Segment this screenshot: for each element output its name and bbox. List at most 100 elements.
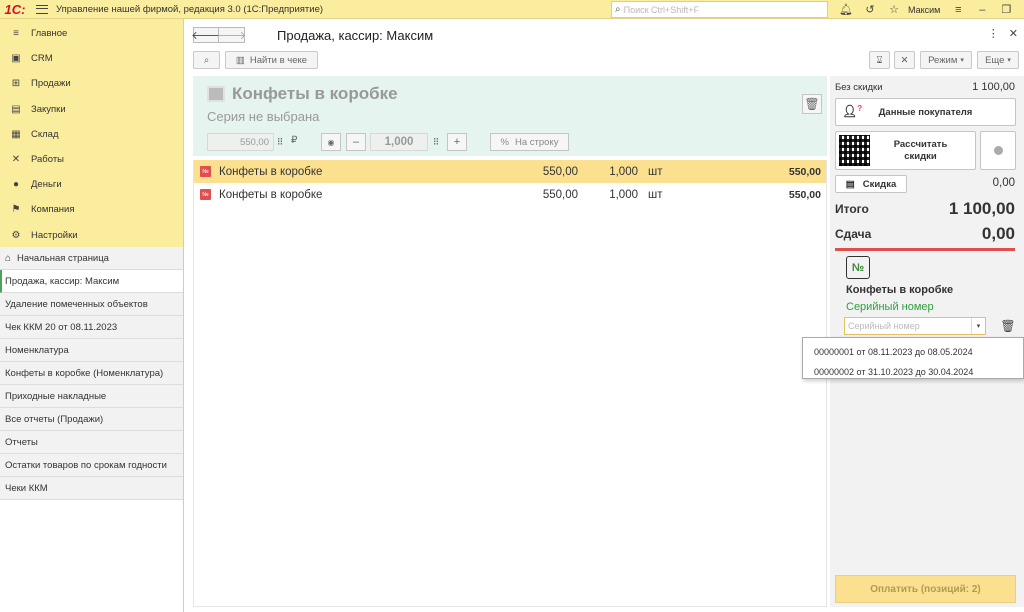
line-unit: шт	[648, 188, 663, 201]
no-discount-value: 1 100,00	[972, 81, 1015, 93]
nav-item-6[interactable]: ● Деньги	[0, 172, 183, 197]
main-menu-icon[interactable]	[36, 4, 48, 14]
cart-icon: ⊞	[11, 78, 21, 90]
top-bar: 1С: Управление нашей фирмой, редакция 3.…	[0, 0, 1024, 19]
find-in-receipt-label: Найти в чеке	[249, 54, 308, 66]
more-actions-icon[interactable]: ⋮	[988, 27, 999, 40]
nav-item-2[interactable]: ⊞ Продажи	[0, 71, 183, 96]
increase-qty-button[interactable]: +	[447, 133, 467, 151]
dropdown-arrow-button[interactable]: ▾	[971, 318, 985, 334]
open-window-item[interactable]: Отчеты	[0, 431, 183, 454]
open-window-item[interactable]: ⌂ Начальная страница	[0, 247, 183, 270]
nav-item-8[interactable]: ⚙ Настройки	[0, 223, 183, 248]
serial-number-label: Серийный номер	[846, 301, 934, 313]
serial-option[interactable]: 00000001 от 08.11.2023 до 08.05.2024	[803, 342, 1023, 362]
search-button[interactable]: ⌕	[193, 51, 220, 69]
qr-code-icon	[839, 135, 870, 166]
close-window-icon[interactable]: ✕	[1018, 0, 1024, 19]
discount-button[interactable]: ▤ Скидка	[835, 175, 907, 193]
line-qty: 1,000	[609, 165, 638, 178]
nav-item-5[interactable]: ✕ Работы	[0, 147, 183, 172]
buyer-data-label: Данные покупателя	[878, 106, 973, 118]
product-series[interactable]: Серия не выбрана	[207, 109, 319, 124]
nav-item-3[interactable]: ▤ Закупки	[0, 97, 183, 122]
open-windows-list: ⌂ Начальная страница Продажа, кассир: Макс…	[0, 247, 183, 500]
line-unit: шт	[648, 165, 663, 178]
app-logo[interactable]: 1С:	[0, 0, 30, 19]
open-window-item[interactable]: Чек ККМ 20 от 08.11.2023	[0, 316, 183, 339]
nav-item-4[interactable]: ▦ Склад	[0, 122, 183, 147]
mode-label: Режим	[928, 54, 958, 66]
quantity-field[interactable]: 1,000	[370, 133, 428, 151]
open-window-item[interactable]: Удаление помеченных объектов	[0, 293, 183, 316]
menu-lines-icon: ≡	[13, 28, 19, 40]
open-window-item[interactable]: Все отчеты (Продажи)	[0, 408, 183, 431]
minimize-icon[interactable]: –	[970, 0, 994, 19]
back-button[interactable]: 🡐	[191, 27, 221, 43]
product-image-icon	[207, 86, 225, 102]
open-window-item[interactable]: Чеки ККМ	[0, 477, 183, 500]
hourglass-button[interactable]: ⌛︎	[869, 51, 890, 69]
nav-item-label: Закупки	[31, 103, 66, 115]
table-row[interactable]: № Конфеты в коробке 550,00 1,000 шт 550,00	[194, 183, 826, 206]
gear-icon: ⚙	[11, 229, 21, 241]
open-window-item[interactable]: Остатки товаров по срокам годности	[0, 454, 183, 477]
calc-discounts-label: Рассчитать скидки	[893, 138, 948, 162]
history-icon[interactable]: ↺	[858, 0, 882, 19]
no-discount-label: Без скидки	[835, 82, 883, 93]
trash-icon: 🗑︎	[804, 97, 820, 111]
restore-icon[interactable]: ❐	[994, 0, 1018, 19]
open-window-label: Все отчеты (Продажи)	[5, 413, 104, 425]
discount-label: Скидка	[862, 178, 897, 190]
eye-button[interactable]: ◉	[321, 133, 341, 151]
card-reader-button[interactable]	[980, 131, 1016, 170]
star-icon[interactable]: ☆	[882, 0, 906, 19]
more-label: Еще	[985, 54, 1005, 66]
table-row[interactable]: № Конфеты в коробке 550,00 1,000 шт 550,00	[194, 160, 826, 183]
close-form-icon[interactable]: ✕	[1009, 27, 1018, 40]
bell-icon[interactable]: 🔔︎	[834, 0, 858, 19]
serial-option[interactable]: 00000002 от 31.10.2023 до 30.04.2024	[803, 362, 1023, 382]
delete-serial-button[interactable]: 🗑︎	[1000, 317, 1016, 335]
price-field[interactable]: 550,00	[207, 133, 274, 151]
decrease-qty-button[interactable]: –	[346, 133, 366, 151]
mode-dropdown[interactable]: Режим ▾	[920, 51, 972, 69]
open-window-item[interactable]: Продажа, кассир: Максим	[0, 270, 183, 293]
nav-item-7[interactable]: ⚑ Компания	[0, 197, 183, 222]
percent-to-line-button[interactable]: % На строку	[490, 133, 569, 151]
current-product-panel: Конфеты в коробке Серия не выбрана 🗑︎ 55…	[193, 76, 827, 156]
find-in-receipt-button[interactable]: ▥ Найти в чеке	[225, 51, 318, 69]
nav-item-1[interactable]: ▣ CRM	[0, 46, 183, 71]
form-header: 🡐 🡒 Продажа, кассир: Максим ⋮ ✕	[184, 19, 1024, 51]
qty-calculator-button[interactable]: ⠿	[429, 133, 443, 151]
open-window-item[interactable]: Конфеты в коробке (Номенклатура)	[0, 362, 183, 385]
nav-item-0[interactable]: ≡ Главное	[0, 21, 183, 46]
nav-item-label: Работы	[31, 154, 64, 166]
line-sum: 550,00	[788, 165, 821, 178]
section-nav: ≡ Главное ▣ CRM ⊞ Продажи ▤ Закупки ▦ Склад ✕ Работ…	[0, 19, 183, 247]
global-search-input[interactable]: ⌕ Поиск Ctrl+Shift+F	[611, 1, 828, 18]
price-calculator-button[interactable]: ⠿	[273, 133, 287, 151]
clear-button[interactable]: ✕	[894, 51, 915, 69]
record-icon	[993, 146, 1003, 155]
discount-icon: ▤	[845, 178, 855, 190]
open-window-item[interactable]: Номенклатура	[0, 339, 183, 362]
buyer-data-button[interactable]: 👤︎? Данные покупателя	[835, 98, 1016, 126]
forward-button[interactable]: 🡒	[217, 27, 246, 43]
money-icon: ●	[12, 179, 20, 191]
nav-item-label: CRM	[31, 53, 53, 65]
user-name[interactable]: Максим	[908, 5, 940, 15]
tools-icon: ✕	[11, 154, 21, 166]
pay-button[interactable]: Оплатить (позиций: 2)	[835, 575, 1016, 603]
chevron-down-icon: ▾	[960, 57, 964, 64]
total-label: Итого	[835, 202, 869, 216]
open-window-item[interactable]: Приходные накладные	[0, 385, 183, 408]
open-window-label: Конфеты в коробке (Номенклатура)	[5, 367, 164, 379]
serial-number-input[interactable]: Серийный номер ▾	[844, 317, 986, 335]
settings-menu-icon[interactable]: ≡	[946, 0, 970, 19]
receipt-lines-table: № Конфеты в коробке 550,00 1,000 шт 550,00 № Ко…	[193, 160, 827, 607]
person-icon: 👤︎?	[842, 104, 863, 118]
delete-product-button[interactable]: 🗑︎	[802, 94, 822, 114]
more-dropdown[interactable]: Еще ▾	[977, 51, 1019, 69]
to-line-label: На строку	[514, 136, 559, 148]
